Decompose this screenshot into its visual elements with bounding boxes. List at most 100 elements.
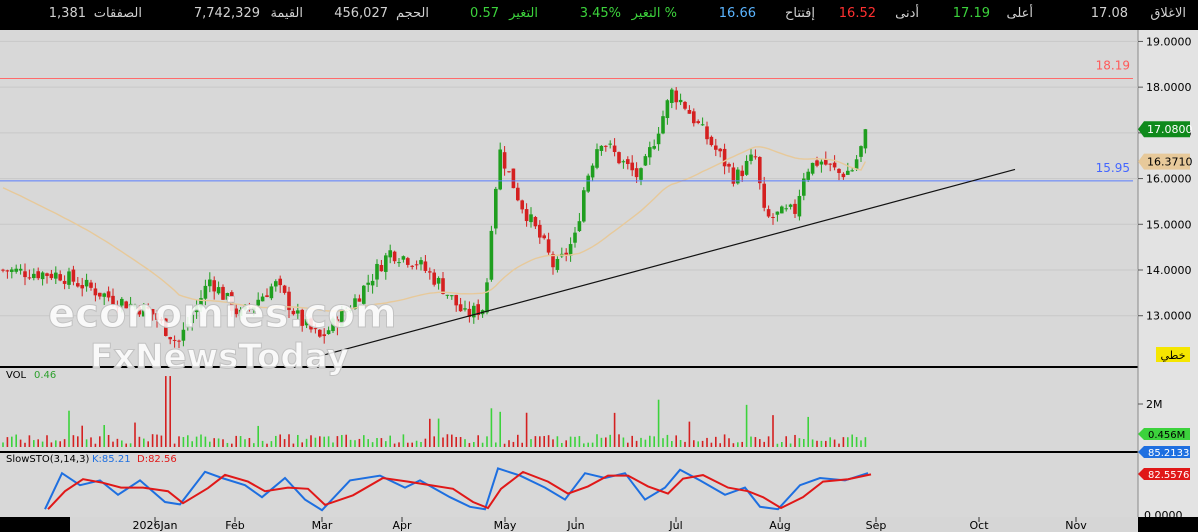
volume-bar	[644, 439, 647, 447]
volume-bar	[600, 437, 603, 447]
candle-body	[696, 121, 700, 124]
volume-bar	[732, 443, 735, 447]
candle-body	[643, 156, 648, 166]
price-chart[interactable]: 19.000018.000017.000016.000015.000014.00…	[0, 30, 1198, 532]
volume-bar	[407, 442, 409, 447]
volume-bar	[380, 438, 383, 447]
volume-bar	[530, 439, 532, 447]
candle-body	[533, 217, 538, 227]
candle-body	[436, 277, 441, 284]
volume-bar	[376, 438, 378, 447]
volume-bar	[314, 437, 317, 447]
candle-body	[485, 282, 489, 313]
volume-bar	[811, 439, 814, 447]
candle-body	[406, 258, 410, 265]
volume-bar	[794, 434, 796, 447]
volume-bar	[371, 442, 374, 447]
candle-body	[700, 124, 705, 126]
change-pct-value: 3.45%	[579, 6, 621, 21]
linear-scale-button[interactable]: خطي	[1156, 347, 1190, 362]
volume-bar	[257, 425, 259, 447]
candle-body	[687, 109, 692, 114]
volume-bar	[495, 442, 497, 447]
stochastic-d-value: D:82.56	[137, 454, 177, 465]
volume-bar	[305, 438, 308, 447]
volume-bar	[855, 437, 858, 447]
time-axis-label: Mar	[312, 519, 333, 532]
volume-bar	[517, 434, 519, 447]
candle-body	[40, 272, 45, 280]
volume-bar	[561, 442, 563, 447]
volume-bar	[424, 438, 427, 447]
price-axis-tick: 13.0000	[1146, 310, 1192, 323]
volume-bar	[165, 376, 167, 447]
volume-bar	[539, 436, 541, 447]
volume-bar	[688, 421, 691, 447]
volume-bar	[442, 437, 444, 447]
candle-body	[771, 216, 775, 218]
volume-bar	[710, 442, 713, 447]
volume-value: 0.46	[34, 370, 56, 381]
low-label: أدنى	[895, 6, 919, 21]
candle-body	[45, 273, 49, 276]
volume-bar	[187, 435, 189, 447]
candle-body	[722, 148, 727, 167]
volume-bar	[596, 434, 598, 447]
volume-bar	[55, 440, 57, 447]
volume-bar	[697, 441, 699, 447]
volume-bar	[640, 437, 642, 447]
volume-bar	[723, 434, 726, 447]
volume-bar	[94, 443, 97, 447]
svg-text:خطي[interactable]: خطي	[1161, 349, 1186, 362]
candle-body	[850, 170, 854, 172]
volume-bar	[675, 435, 677, 447]
candle-body	[489, 230, 494, 280]
volume-bar	[745, 404, 748, 447]
volume-bar	[363, 435, 365, 447]
volume-bar	[433, 436, 435, 447]
volume-bar	[389, 435, 391, 447]
volume-bar	[261, 440, 264, 447]
candle-body	[621, 161, 626, 163]
volume-bar	[587, 442, 589, 447]
volume-bar	[345, 434, 347, 447]
volume-bar	[125, 443, 127, 447]
candle-body	[10, 269, 14, 272]
volume-axis-tick: 2M	[1146, 398, 1163, 411]
volume-bar	[235, 435, 237, 447]
volume-bar	[838, 443, 840, 447]
candle-body	[397, 262, 401, 264]
candle-body	[388, 250, 392, 258]
candle-body	[797, 195, 802, 217]
price-axis-tick: 18.0000	[1146, 81, 1192, 94]
volume-bar	[803, 438, 805, 447]
candle-body	[498, 149, 502, 190]
svg-text:17.0800: 17.0800	[1147, 123, 1193, 136]
volume-bar	[402, 434, 405, 447]
candle-body	[375, 263, 379, 280]
volume-bar	[609, 434, 611, 447]
candle-body	[58, 274, 62, 281]
volume-bar	[358, 438, 361, 447]
candle-body	[780, 206, 784, 214]
volume-bar	[222, 439, 224, 447]
candle-body	[775, 211, 780, 215]
volume-bar	[833, 439, 836, 447]
candle-body	[564, 252, 568, 255]
volume-bar	[754, 437, 757, 447]
candle-body	[84, 279, 89, 287]
change-label: التغير	[509, 6, 538, 21]
volume-bar	[613, 412, 616, 447]
volume-bar	[481, 442, 484, 447]
time-axis-label: Nov	[1065, 519, 1087, 532]
candle-body	[859, 146, 863, 157]
trades-label: الصفقات	[93, 6, 142, 21]
candle-body	[546, 239, 551, 253]
candle-body	[432, 272, 436, 285]
candle-body	[837, 168, 841, 173]
volume-badge: 0.456M	[1138, 428, 1190, 441]
candle-body	[568, 244, 573, 256]
price-axis-tick: 19.0000	[1146, 35, 1192, 48]
candle-body	[639, 168, 643, 180]
volume-bar	[50, 442, 53, 447]
